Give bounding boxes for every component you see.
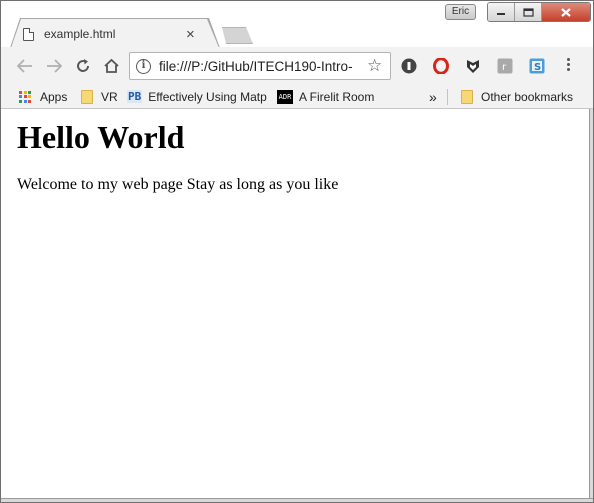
maximize-icon bbox=[522, 7, 534, 17]
bookmarks-overflow-chevron-icon[interactable]: » bbox=[429, 88, 437, 105]
window-right-border bbox=[589, 109, 593, 502]
browser-toolbar: i file:///P:/GitHub/ITECH190-Intro- ☆ r … bbox=[1, 47, 593, 85]
bookmark-effectively-using[interactable]: PB Effectively Using Matp bbox=[127, 88, 267, 105]
home-button[interactable] bbox=[101, 56, 121, 76]
shield-extension-icon[interactable] bbox=[465, 58, 481, 74]
apps-grid-icon bbox=[19, 90, 31, 103]
bookmark-label: VR bbox=[101, 89, 118, 104]
arrow-left-icon bbox=[17, 59, 32, 73]
s-extension-icon[interactable]: S bbox=[529, 58, 545, 74]
arrow-right-icon bbox=[47, 59, 62, 73]
maximize-button[interactable] bbox=[515, 3, 542, 21]
bookmark-label: A Firelit Room bbox=[299, 89, 375, 104]
window-controls bbox=[487, 2, 591, 22]
window-bottom-border bbox=[1, 498, 593, 502]
bookmark-label: Other bookmarks bbox=[481, 89, 574, 104]
bookmark-folder-vr[interactable]: VR bbox=[81, 88, 118, 105]
bookmark-firelit-room[interactable]: ADR A Firelit Room bbox=[277, 88, 374, 105]
bookmark-apps-label: Apps bbox=[40, 89, 68, 104]
browser-window: example.html × Eric i file:///P:/GitHub/… bbox=[0, 0, 594, 503]
pb-site-icon: PB bbox=[127, 90, 143, 103]
gray-extension-icon[interactable]: r bbox=[497, 58, 513, 74]
home-icon bbox=[103, 58, 119, 73]
tab-strip: example.html × Eric bbox=[1, 1, 593, 48]
close-icon bbox=[561, 7, 571, 17]
url-text[interactable]: file:///P:/GitHub/ITECH190-Intro- bbox=[159, 59, 365, 75]
bookmarks-bar: Apps VR PB Effectively Using Matp ADR A … bbox=[1, 85, 593, 109]
new-tab-button[interactable] bbox=[222, 27, 253, 44]
opera-extension-icon[interactable] bbox=[433, 58, 449, 74]
close-window-button[interactable] bbox=[542, 3, 590, 21]
minimize-button[interactable] bbox=[488, 3, 515, 21]
folder-icon bbox=[461, 89, 473, 104]
adr-site-icon: ADR bbox=[277, 89, 293, 104]
page-heading: Hello World bbox=[17, 119, 185, 155]
back-button[interactable] bbox=[15, 56, 35, 76]
reload-icon bbox=[77, 59, 89, 72]
tab-close-icon[interactable]: × bbox=[186, 27, 195, 42]
reload-button[interactable] bbox=[73, 56, 93, 76]
folder-icon bbox=[81, 89, 93, 104]
page-paragraph: Welcome to my web page Stay as long as y… bbox=[17, 176, 339, 193]
bookmark-label: Effectively Using Matp bbox=[148, 89, 267, 104]
bookmark-apps[interactable]: Apps bbox=[19, 88, 67, 105]
bookmark-other-folder[interactable]: Other bookmarks bbox=[461, 88, 573, 105]
bookmarks-divider bbox=[447, 89, 448, 105]
more-menu-icon[interactable] bbox=[563, 58, 573, 74]
address-bar[interactable]: i file:///P:/GitHub/ITECH190-Intro- ☆ bbox=[129, 52, 391, 80]
svg-text:S: S bbox=[534, 62, 541, 73]
forward-button[interactable] bbox=[44, 56, 64, 76]
page-viewport: Hello World Welcome to my web page Stay … bbox=[1, 110, 593, 502]
page-favicon-icon bbox=[23, 27, 34, 41]
star-icon[interactable]: ☆ bbox=[367, 56, 382, 76]
instapaper-extension-icon[interactable] bbox=[401, 58, 417, 74]
tab-title: example.html bbox=[44, 27, 116, 41]
info-icon[interactable]: i bbox=[136, 59, 151, 74]
minimize-icon bbox=[497, 13, 505, 15]
user-profile-button[interactable]: Eric bbox=[445, 4, 476, 20]
